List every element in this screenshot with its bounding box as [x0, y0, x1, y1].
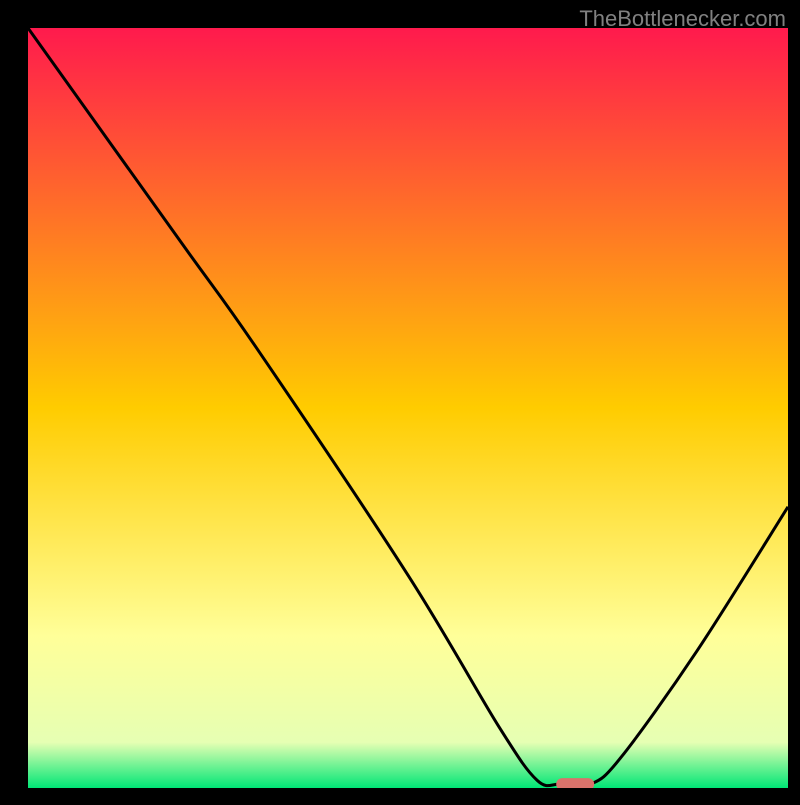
chart-svg [0, 0, 800, 800]
watermark-text: TheBottlenecker.com [579, 6, 786, 32]
bottleneck-chart [0, 0, 800, 800]
border-left [0, 0, 28, 800]
border-bottom [0, 788, 800, 800]
border-right [788, 0, 800, 800]
plot-background [28, 28, 788, 788]
